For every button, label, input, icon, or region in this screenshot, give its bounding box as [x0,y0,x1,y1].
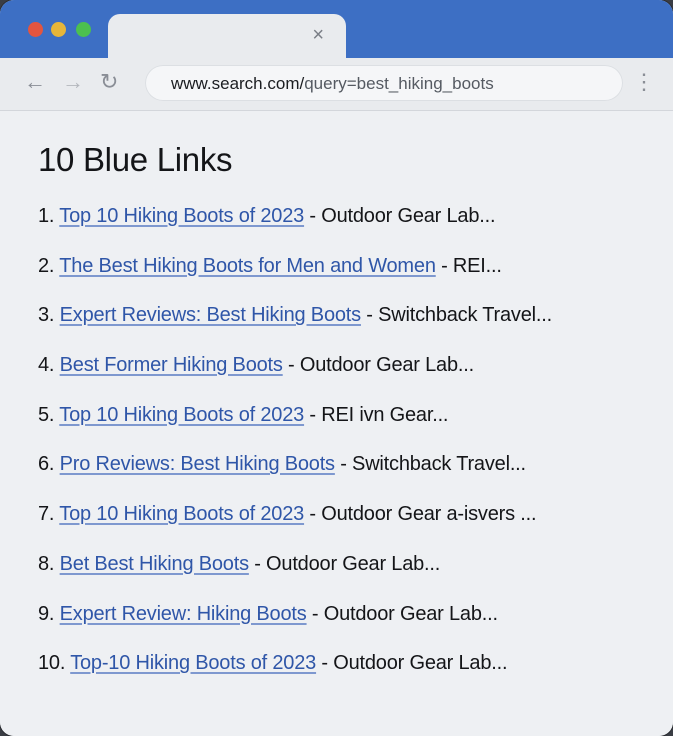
reload-icon[interactable]: ↻ [100,70,118,94]
result-number: 7. [38,503,55,526]
result-link[interactable]: Pro Reviews: Best Hiking Boots [60,453,335,475]
result-item: 5. Top 10 Hiking Boots of 2023 - REI ivn… [38,404,552,454]
result-number: 8. [38,552,55,575]
results-list: 1. Top 10 Hiking Boots of 2023 - Outdoor… [38,205,552,702]
result-link[interactable]: Top-10 Hiking Boots of 2023 [70,652,316,674]
close-tab-icon[interactable]: × [312,25,324,45]
result-link[interactable]: Top 10 Hiking Boots of 2023 [59,503,304,525]
result-link[interactable]: Top 10 Hiking Boots of 2023 [59,404,304,426]
result-source: - Switchback Travel... [334,453,526,476]
result-number: 10. [38,652,66,675]
result-link[interactable]: Top 10 Hiking Boots of 2023 [59,205,304,227]
result-source: - Outdoor Gear Lab... [282,354,474,377]
close-window-button[interactable] [28,22,43,37]
back-arrow-icon[interactable]: ← [24,70,46,94]
result-source: - Outdoor Gear Lab... [306,602,498,625]
result-source: - Outdoor Gear a-isvers ... [304,503,537,526]
result-number: 2. [38,254,55,277]
result-number: 9. [38,602,55,625]
result-source: - REI... [435,254,502,277]
result-number: 6. [38,453,55,476]
result-link[interactable]: Bet Best Hiking Boots [60,553,249,575]
address-bar[interactable]: www.search.com/query=best_hiking_boots [145,65,623,101]
forward-arrow-icon[interactable]: → [62,70,84,94]
maximize-window-button[interactable] [76,22,91,37]
result-number: 1. [38,205,55,227]
result-item: 4. Best Former Hiking Boots - Outdoor Ge… [38,354,552,404]
browser-toolbar: ← → ↻ www.search.com/query=best_hiking_b… [0,58,673,111]
tab-bar: × [0,0,673,58]
result-number: 3. [38,304,55,327]
active-tab[interactable]: × [108,14,346,58]
result-link[interactable]: Expert Review: Hiking Boots [60,603,307,625]
browser-window: × ← → ↻ www.search.com/query=best_hiking… [0,0,673,736]
result-number: 5. [38,403,55,426]
result-link[interactable]: Best Former Hiking Boots [60,354,283,376]
result-item: 6. Pro Reviews: Best Hiking Boots - Swit… [38,453,552,503]
page-content: 10 Blue Links 1. Top 10 Hiking Boots of … [0,111,673,736]
result-item: 3. Expert Reviews: Best Hiking Boots - S… [38,304,552,354]
address-host: www.search.com/ [171,74,305,93]
address-url[interactable]: www.search.com/query=best_hiking_boots [171,74,494,94]
result-source: - Outdoor Gear Lab... [316,652,508,675]
page-title: 10 Blue Links [38,141,233,178]
result-item: 7. Top 10 Hiking Boots of 2023 - Outdoor… [38,503,552,553]
result-source: - REI ivn Gear... [304,403,449,426]
result-source: - Outdoor Gear Lab... [248,552,441,575]
result-number: 4. [38,354,55,377]
address-path: query=best_hiking_boots [304,74,494,93]
result-link[interactable]: The Best Hiking Boots for Men and Women [59,255,436,277]
result-item: 10. Top-10 Hiking Boots of 2023 - Outdoo… [38,652,552,702]
more-menu-icon[interactable]: ⋮ [633,70,655,94]
result-item: 1. Top 10 Hiking Boots of 2023 - Outdoor… [38,205,552,255]
result-item: 2. The Best Hiking Boots for Men and Wom… [38,255,552,305]
result-source: - Outdoor Gear Lab... [304,205,496,227]
minimize-window-button[interactable] [51,22,66,37]
result-source: - Switchback Travel... [360,304,552,327]
result-item: 8. Bet Best Hiking Boots - Outdoor Gear … [38,553,552,603]
result-link[interactable]: Expert Reviews: Best Hiking Boots [60,304,362,326]
result-item: 9. Expert Review: Hiking Boots - Outdoor… [38,603,552,653]
